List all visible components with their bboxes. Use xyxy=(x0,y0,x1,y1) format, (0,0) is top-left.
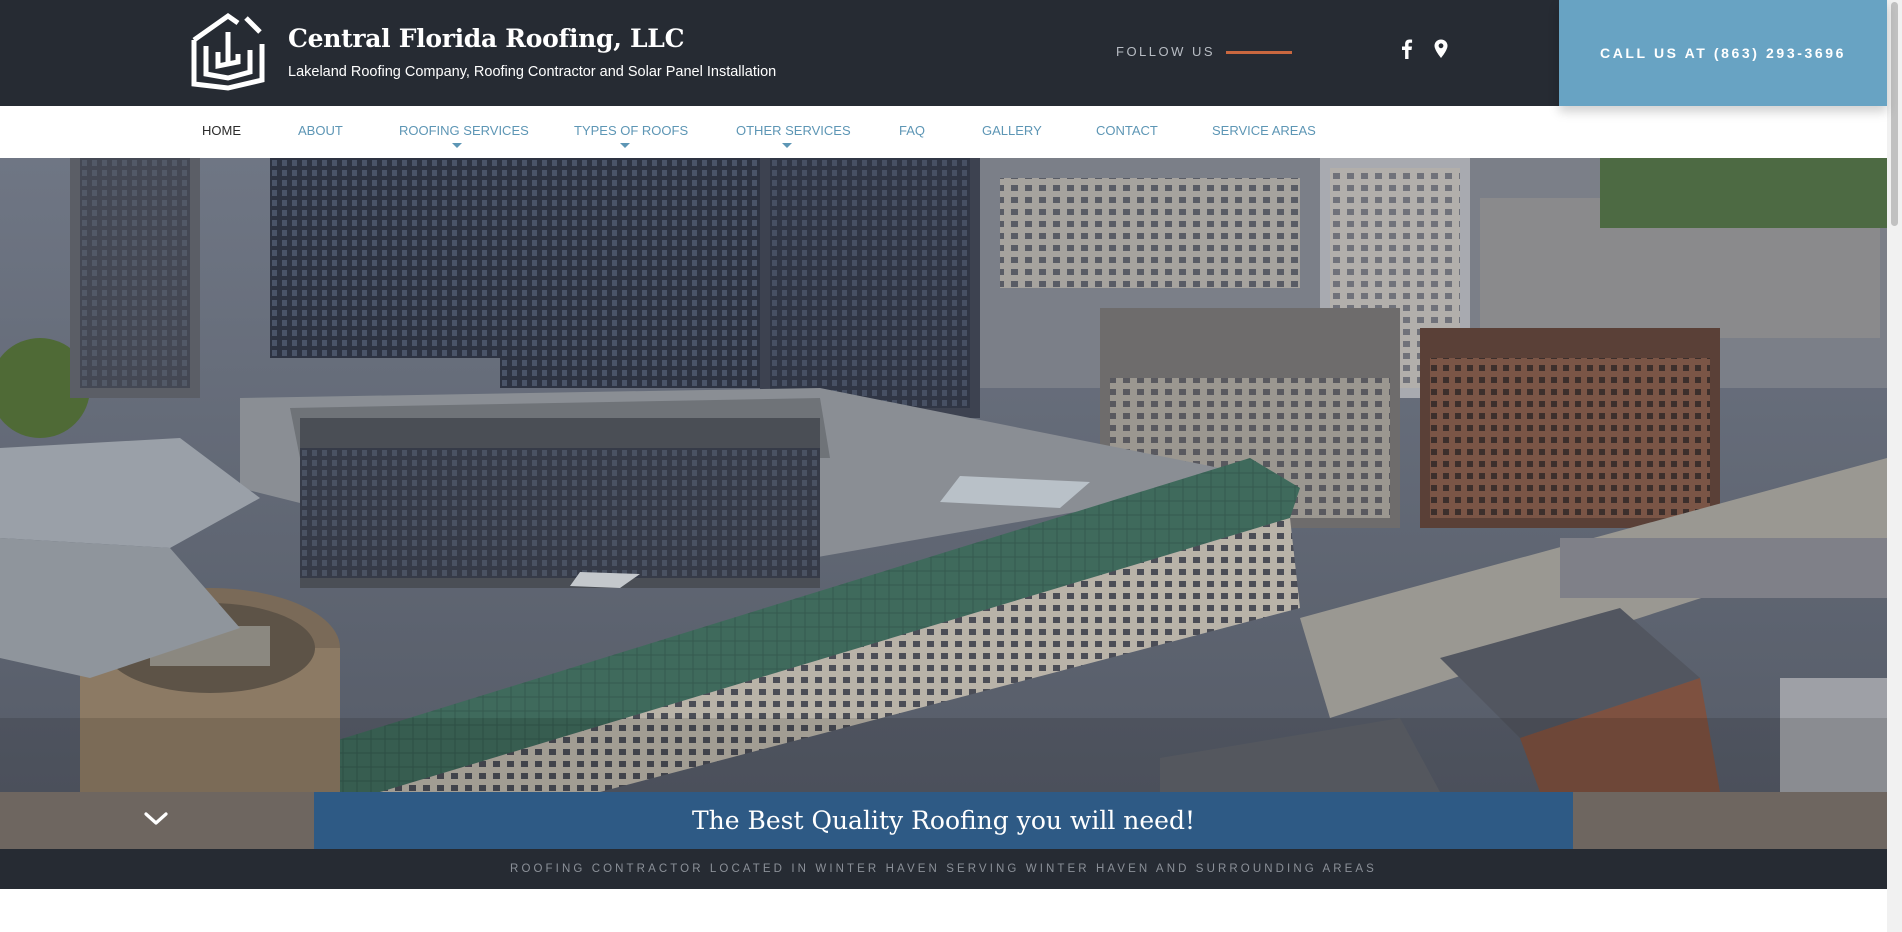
brand-title[interactable]: Central Florida Roofing, LLC xyxy=(288,24,684,53)
company-logo-icon[interactable] xyxy=(188,10,268,92)
banner-right-block xyxy=(1573,792,1887,849)
main-nav: HOME ABOUT ROOFING SERVICES TYPES OF ROO… xyxy=(0,106,1887,158)
facebook-icon[interactable] xyxy=(1398,38,1416,60)
scrollbar-thumb[interactable] xyxy=(1891,2,1898,226)
page-scrollbar[interactable] xyxy=(1887,0,1902,932)
call-us-button[interactable]: CALL US AT (863) 293-3696 xyxy=(1559,0,1887,106)
nav-item-about[interactable]: ABOUT xyxy=(298,123,343,138)
nav-item-gallery[interactable]: GALLERY xyxy=(982,123,1042,138)
hero-image xyxy=(0,158,1887,792)
follow-us-divider xyxy=(1226,51,1292,54)
roofing-services-dropdown-icon[interactable] xyxy=(452,143,462,148)
follow-us-label: FOLLOW US xyxy=(1116,44,1216,59)
nav-item-contact[interactable]: CONTACT xyxy=(1096,123,1158,138)
nav-item-faq[interactable]: FAQ xyxy=(899,123,925,138)
chevron-down-icon[interactable] xyxy=(142,808,170,830)
types-of-roofs-dropdown-icon[interactable] xyxy=(620,143,630,148)
nav-item-roofing-services[interactable]: ROOFING SERVICES xyxy=(399,123,529,138)
brand-subtitle: Lakeland Roofing Company, Roofing Contra… xyxy=(288,64,777,80)
nav-item-service-areas[interactable]: SERVICE AREAS xyxy=(1212,123,1316,138)
nav-item-types-of-roofs[interactable]: TYPES OF ROOFS xyxy=(574,123,688,138)
hero-tagline: ROOFING CONTRACTOR LOCATED IN WINTER HAV… xyxy=(0,849,1887,889)
other-services-dropdown-icon[interactable] xyxy=(782,143,792,148)
site-header: Central Florida Roofing, LLC Lakeland Ro… xyxy=(0,0,1887,106)
nav-item-other-services[interactable]: OTHER SERVICES xyxy=(736,123,851,138)
map-pin-icon[interactable] xyxy=(1432,38,1450,60)
hero-banner-headline: The Best Quality Roofing you will need! xyxy=(314,792,1573,849)
nav-item-home[interactable]: HOME xyxy=(202,123,241,138)
